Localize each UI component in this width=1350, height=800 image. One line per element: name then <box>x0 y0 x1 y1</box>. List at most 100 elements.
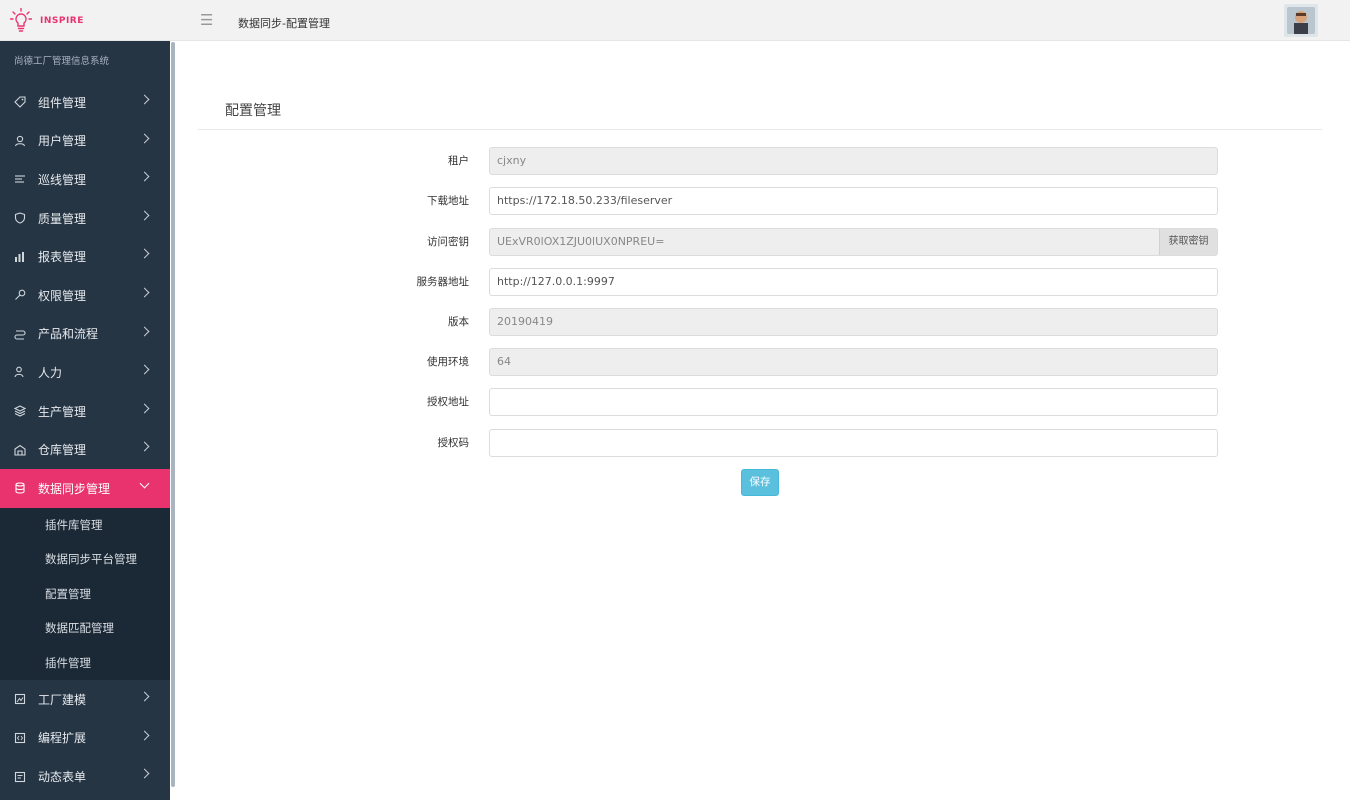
download-url-field[interactable]: https://172.18.50.233/fileserver <box>489 187 1218 215</box>
sidebar-item-quality[interactable]: 质量管理 <box>0 199 170 238</box>
version-label: 版本 <box>448 316 469 328</box>
sidebar-item-label: 用户管理 <box>38 134 87 149</box>
sidebar-item-label: 巡线管理 <box>38 172 87 187</box>
server-url-field[interactable]: http://127.0.0.1:9997 <box>489 268 1218 296</box>
sidebar-item-label: 仓库管理 <box>38 443 87 458</box>
sidebar-item-reports[interactable]: 报表管理 <box>0 237 170 276</box>
sidebar-item-data-sync[interactable]: 数据同步管理 <box>0 468 170 508</box>
menu-toggle-icon[interactable]: ☰ <box>200 12 213 28</box>
sidebar-item-label: 数据同步管理 <box>38 481 111 496</box>
top-bar: INSPIRE ☰ 数据同步-配置管理 <box>0 0 1350 41</box>
form-row-tenant: 租户 cjxny <box>176 147 1350 175</box>
auth-code-field[interactable] <box>489 429 1218 457</box>
download-url-label: 下载地址 <box>427 195 469 207</box>
sidebar-item-label: 人力 <box>38 365 63 380</box>
chevron-right-icon <box>139 730 150 741</box>
sidebar-item-programming[interactable]: 编程扩展 <box>0 719 170 758</box>
access-key-label: 访问密钥 <box>427 236 469 248</box>
get-key-button[interactable]: 获取密钥 <box>1159 229 1217 255</box>
chevron-right-icon <box>139 441 150 452</box>
main-content: 配置管理 租户 cjxny 下载地址 https://172.18.50.233… <box>176 41 1350 800</box>
shield-icon <box>14 212 26 224</box>
sidebar-item-label: 权限管理 <box>38 288 87 303</box>
code-icon <box>14 732 26 744</box>
chevron-right-icon <box>139 403 150 414</box>
form-row-environment: 使用环境 64 <box>176 348 1350 376</box>
chevron-right-icon <box>139 210 150 221</box>
auth-code-label: 授权码 <box>437 437 470 449</box>
sidebar-item-factory-modeling[interactable]: 工厂建模 <box>0 680 170 719</box>
environment-field: 64 <box>489 348 1218 376</box>
logo-text: INSPIRE <box>40 16 84 26</box>
system-name: 尚德工厂管理信息系统 <box>14 56 110 67</box>
form-icon <box>14 771 26 783</box>
chevron-right-icon <box>139 171 150 182</box>
chevron-right-icon <box>139 133 150 144</box>
chevron-right-icon <box>139 287 150 298</box>
tag-icon <box>14 96 26 109</box>
bar-chart-icon <box>14 251 26 263</box>
lightbulb-icon <box>10 8 32 32</box>
chevron-right-icon <box>139 691 150 702</box>
sidebar-item-products[interactable]: 产品和流程 <box>0 315 170 354</box>
users-icon <box>14 135 26 147</box>
submenu-item-config[interactable]: 配置管理 <box>0 577 170 612</box>
sidebar-item-patrol[interactable]: 巡线管理 <box>0 160 170 199</box>
save-button[interactable]: 保存 <box>741 469 779 496</box>
access-key-field: UExVR0lOX1ZJU0lUX0NPREU= 获取密钥 <box>489 228 1218 256</box>
chevron-right-icon <box>139 248 150 259</box>
key-icon <box>14 289 26 301</box>
logo[interactable]: INSPIRE <box>10 8 84 34</box>
sidebar-item-label: 组件管理 <box>38 95 87 110</box>
submenu-item-data-matching[interactable]: 数据匹配管理 <box>0 611 170 646</box>
submenu-item-plugins[interactable]: 插件管理 <box>0 646 170 681</box>
auth-url-label: 授权地址 <box>427 396 469 408</box>
sidebar-item-warehouse[interactable]: 仓库管理 <box>0 430 170 469</box>
title-divider <box>198 129 1322 130</box>
form-row-access-key: 访问密钥 UExVR0lOX1ZJU0lUX0NPREU= 获取密钥 <box>176 228 1350 256</box>
sidebar-item-label: 质量管理 <box>38 211 87 226</box>
sidebar-item-users[interactable]: 用户管理 <box>0 122 170 161</box>
sidebar-item-label: 报表管理 <box>38 250 87 265</box>
chevron-right-icon <box>139 768 150 779</box>
sidebar-item-permissions[interactable]: 权限管理 <box>0 276 170 315</box>
submenu-item-plugin-library[interactable]: 插件库管理 <box>0 508 170 543</box>
sidebar-item-hr[interactable]: 人力 <box>0 353 170 392</box>
version-field: 20190419 <box>489 308 1218 336</box>
sidebar-item-production[interactable]: 生产管理 <box>0 392 170 431</box>
server-url-label: 服务器地址 <box>416 276 470 288</box>
chevron-right-icon <box>139 326 150 337</box>
chevron-right-icon <box>139 364 150 375</box>
chevron-right-icon <box>139 94 150 105</box>
submenu-item-sync-platform[interactable]: 数据同步平台管理 <box>0 542 170 577</box>
sidebar: 尚德工厂管理信息系统 组件管理 用户管理 巡线管理 质量管理 报表管理 权限管理… <box>0 41 170 800</box>
form-row-version: 版本 20190419 <box>176 308 1350 336</box>
scrollbar-thumb[interactable] <box>171 42 175 787</box>
tenant-field: cjxny <box>489 147 1218 175</box>
sidebar-item-dynamic-forms[interactable]: 动态表单 <box>0 757 170 796</box>
chevron-down-icon <box>139 478 150 489</box>
form-row-auth-url: 授权地址 <box>176 388 1350 416</box>
access-key-value: UExVR0lOX1ZJU0lUX0NPREU= <box>497 235 665 248</box>
form-row-download-url: 下载地址 https://172.18.50.233/fileserver <box>176 187 1350 215</box>
sidebar-item-label: 生产管理 <box>38 404 87 419</box>
sidebar-item-label: 产品和流程 <box>38 327 99 342</box>
sidebar-item-label: 动态表单 <box>38 770 87 785</box>
breadcrumb: 数据同步-配置管理 <box>238 17 330 30</box>
sidebar-item-label: 工厂建模 <box>38 692 87 707</box>
environment-label: 使用环境 <box>427 356 469 368</box>
form-row-auth-code: 授权码 <box>176 429 1350 457</box>
data-sync-submenu: 插件库管理 数据同步平台管理 配置管理 数据匹配管理 插件管理 <box>0 507 170 681</box>
flow-icon <box>14 328 26 340</box>
list-icon <box>14 173 26 185</box>
person-icon <box>14 366 26 378</box>
sidebar-item-components[interactable]: 组件管理 <box>0 83 170 122</box>
page-title: 配置管理 <box>225 103 281 119</box>
factory-icon <box>14 693 26 705</box>
avatar[interactable] <box>1284 4 1318 37</box>
warehouse-icon <box>14 444 26 456</box>
auth-url-field[interactable] <box>489 388 1218 416</box>
layers-icon <box>14 405 26 417</box>
sidebar-item-label: 编程扩展 <box>38 731 87 746</box>
database-icon <box>14 482 26 494</box>
